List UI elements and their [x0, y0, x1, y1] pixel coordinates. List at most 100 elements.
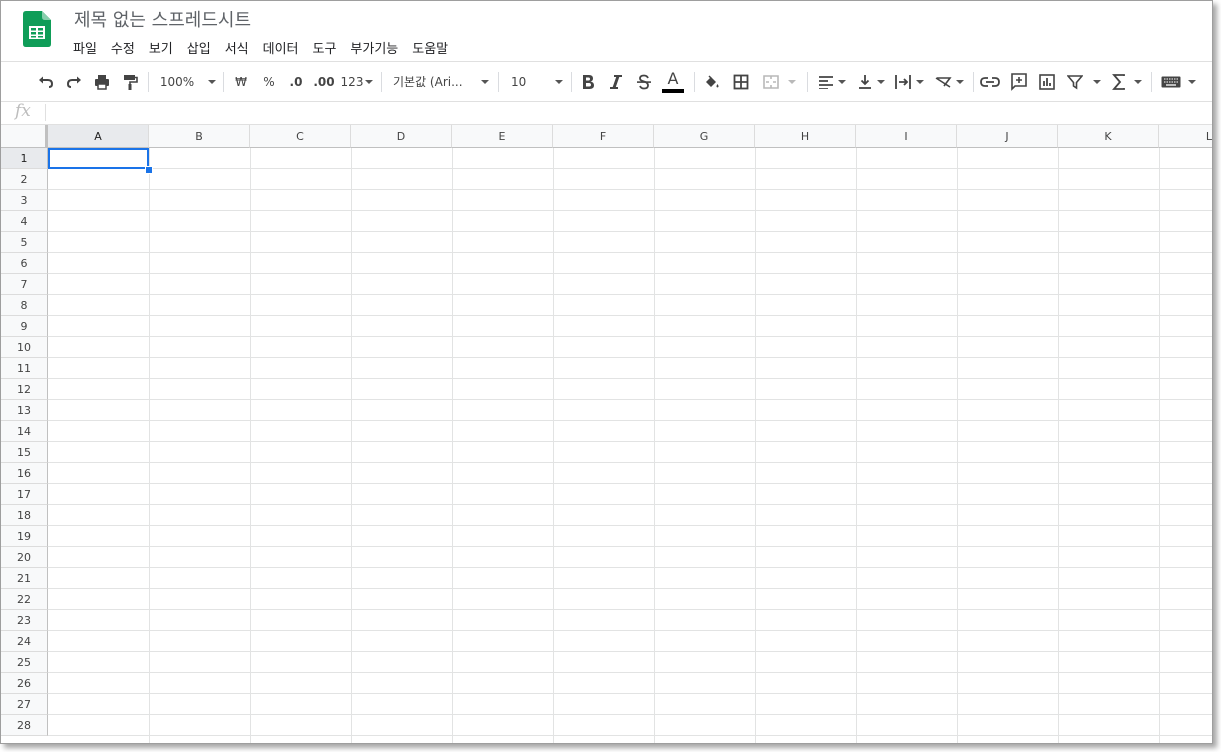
- row-header-15[interactable]: 15: [1, 442, 48, 463]
- column-header-c[interactable]: C: [250, 125, 351, 148]
- font-size-select[interactable]: 10: [507, 62, 563, 101]
- column-header-j[interactable]: J: [957, 125, 1058, 148]
- grid-row-line: [48, 378, 1212, 379]
- cell-grid[interactable]: [48, 148, 1212, 743]
- row-header-25[interactable]: 25: [1, 652, 48, 673]
- menu-file[interactable]: 파일: [66, 36, 104, 59]
- column-header-i[interactable]: I: [856, 125, 957, 148]
- row-header-1[interactable]: 1: [1, 148, 48, 169]
- row-header-28[interactable]: 28: [1, 715, 48, 736]
- row-header-27[interactable]: 27: [1, 694, 48, 715]
- row-header-19[interactable]: 19: [1, 526, 48, 547]
- row-header-4[interactable]: 4: [1, 211, 48, 232]
- menu-view[interactable]: 보기: [142, 36, 180, 59]
- menu-addons[interactable]: 부가기능: [343, 36, 405, 59]
- input-tools-icon[interactable]: [1158, 62, 1198, 101]
- active-cell[interactable]: [48, 148, 149, 169]
- row-header-24[interactable]: 24: [1, 631, 48, 652]
- percent-format-button[interactable]: %: [258, 62, 280, 101]
- chevron-down-icon: [838, 79, 846, 84]
- undo-icon[interactable]: [34, 62, 58, 101]
- column-header-e[interactable]: E: [452, 125, 553, 148]
- number-format-select[interactable]: 123: [340, 62, 374, 101]
- menu-insert[interactable]: 삽입: [180, 36, 218, 59]
- strikethrough-icon[interactable]: [633, 62, 655, 101]
- row-header-26[interactable]: 26: [1, 673, 48, 694]
- increase-decimal-button[interactable]: .00: [311, 62, 337, 101]
- chevron-down-icon: [1093, 79, 1101, 84]
- column-header-f[interactable]: F: [553, 125, 654, 148]
- row-header-6[interactable]: 6: [1, 253, 48, 274]
- row-header-13[interactable]: 13: [1, 400, 48, 421]
- insert-link-icon[interactable]: [979, 62, 1001, 101]
- horizontal-align-icon[interactable]: [815, 62, 849, 101]
- grid-row-line: [48, 693, 1212, 694]
- row-header-14[interactable]: 14: [1, 421, 48, 442]
- italic-icon[interactable]: [605, 62, 627, 101]
- text-wrap-icon[interactable]: [892, 62, 926, 101]
- column-header-l[interactable]: L: [1159, 125, 1212, 148]
- insert-comment-icon[interactable]: [1008, 62, 1030, 101]
- row-header-18[interactable]: 18: [1, 505, 48, 526]
- functions-icon[interactable]: [1110, 62, 1144, 101]
- row-header-16[interactable]: 16: [1, 463, 48, 484]
- sheets-logo-icon[interactable]: [23, 11, 51, 47]
- decrease-decimal-button[interactable]: .0: [285, 62, 307, 101]
- text-color-icon[interactable]: A: [661, 62, 685, 101]
- row-header-21[interactable]: 21: [1, 568, 48, 589]
- row-header-8[interactable]: 8: [1, 295, 48, 316]
- row-header-7[interactable]: 7: [1, 274, 48, 295]
- merge-cells-icon[interactable]: [758, 62, 800, 101]
- toolbar-divider: [498, 72, 499, 92]
- font-size-value: 10: [511, 74, 527, 89]
- row-header-2[interactable]: 2: [1, 169, 48, 190]
- grid-row-line: [48, 462, 1212, 463]
- column-header-d[interactable]: D: [351, 125, 452, 148]
- percent-symbol: %: [263, 74, 275, 89]
- menu-format[interactable]: 서식: [218, 36, 256, 59]
- currency-format-button[interactable]: ₩: [230, 62, 252, 101]
- column-header-h[interactable]: H: [755, 125, 856, 148]
- row-header-23[interactable]: 23: [1, 610, 48, 631]
- borders-icon[interactable]: [730, 62, 752, 101]
- paint-format-icon[interactable]: [118, 62, 142, 101]
- column-header-a[interactable]: A: [48, 125, 149, 148]
- select-all-corner[interactable]: [1, 125, 49, 150]
- row-header-3[interactable]: 3: [1, 190, 48, 211]
- menu-edit[interactable]: 수정: [104, 36, 142, 59]
- column-header-k[interactable]: K: [1058, 125, 1159, 148]
- document-title[interactable]: 제목 없는 스프레드시트: [74, 6, 251, 32]
- menu-data[interactable]: 데이터: [256, 36, 306, 59]
- grid-row-line: [48, 504, 1212, 505]
- formula-input[interactable]: [53, 104, 1203, 121]
- number-format-label: 123: [340, 74, 364, 89]
- row-header-9[interactable]: 9: [1, 316, 48, 337]
- text-rotate-icon[interactable]: [932, 62, 966, 101]
- fill-color-icon[interactable]: [701, 62, 723, 101]
- bold-icon[interactable]: [577, 62, 599, 101]
- row-header-10[interactable]: 10: [1, 337, 48, 358]
- fill-handle[interactable]: [145, 166, 153, 174]
- row-header-22[interactable]: 22: [1, 589, 48, 610]
- zoom-select[interactable]: 100%: [159, 62, 217, 101]
- menu-help[interactable]: 도움말: [405, 36, 455, 59]
- row-header-17[interactable]: 17: [1, 484, 48, 505]
- row-header-5[interactable]: 5: [1, 232, 48, 253]
- grid-row-line: [48, 714, 1212, 715]
- chevron-down-icon: [208, 79, 217, 84]
- row-header-12[interactable]: 12: [1, 379, 48, 400]
- grid-row-line: [48, 651, 1212, 652]
- font-family-select[interactable]: 기본값 (Ari...: [393, 62, 489, 101]
- insert-chart-icon[interactable]: [1036, 62, 1058, 101]
- print-icon[interactable]: [90, 62, 114, 101]
- vertical-align-icon[interactable]: [854, 62, 888, 101]
- redo-icon[interactable]: [62, 62, 86, 101]
- row-header-20[interactable]: 20: [1, 547, 48, 568]
- menu-tools[interactable]: 도구: [306, 36, 344, 59]
- column-header-b[interactable]: B: [149, 125, 250, 148]
- toolbar-divider: [694, 72, 695, 92]
- column-header-g[interactable]: G: [654, 125, 755, 148]
- zoom-value: 100%: [159, 74, 195, 89]
- row-header-11[interactable]: 11: [1, 358, 48, 379]
- filter-icon[interactable]: [1064, 62, 1104, 101]
